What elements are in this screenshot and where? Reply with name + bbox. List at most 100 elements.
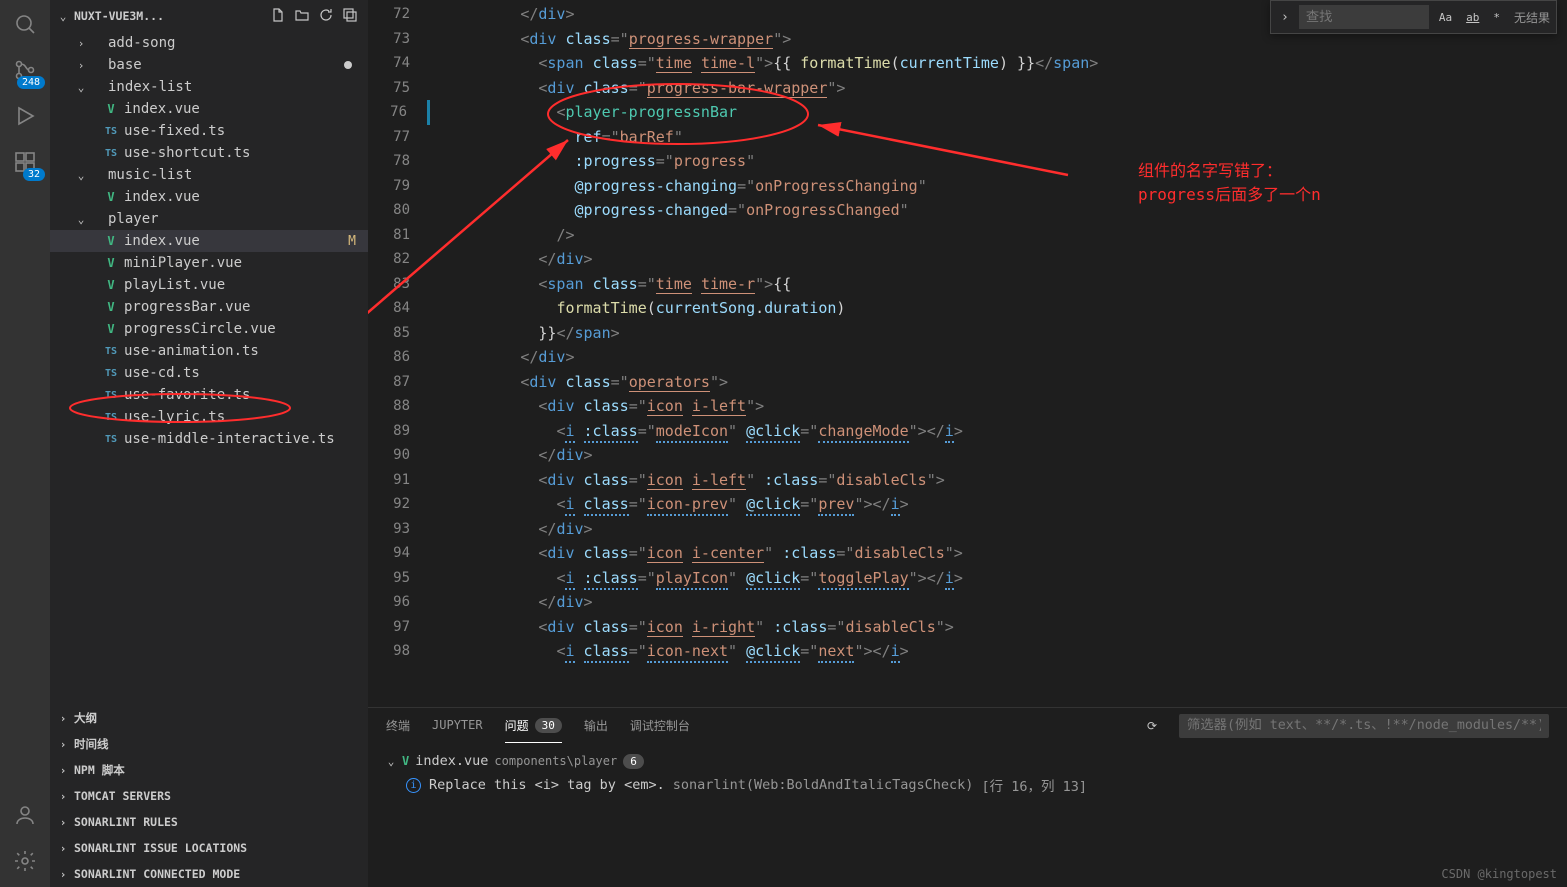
tree-label: player bbox=[108, 211, 159, 227]
problems-body[interactable]: ⌄ V index.vue components\player 6 i Repl… bbox=[368, 743, 1567, 887]
new-file-icon[interactable] bbox=[270, 7, 288, 25]
tree-label: use-lyric.ts bbox=[124, 409, 225, 425]
ts-icon: TS bbox=[102, 434, 120, 445]
search-icon[interactable] bbox=[11, 10, 39, 38]
editor-area: › Aa ab * 无结果 72737475767778798081828384… bbox=[368, 0, 1567, 887]
chevron-down-icon: ⌄ bbox=[386, 755, 396, 768]
ts-icon: TS bbox=[102, 148, 120, 159]
find-case-icon[interactable]: Aa bbox=[1435, 9, 1456, 26]
code-editor[interactable]: 7273747576777879808182838485868788899091… bbox=[368, 0, 1567, 707]
vue-icon: V bbox=[102, 256, 120, 270]
watermark: CSDN @kingtopest bbox=[1441, 867, 1557, 881]
vue-icon: V bbox=[102, 190, 120, 204]
chevron-right-icon: › bbox=[58, 790, 68, 803]
chevron-right-icon: › bbox=[58, 764, 68, 777]
panel-tab-终端[interactable]: 终端 bbox=[386, 708, 410, 743]
tree-item-music-list[interactable]: ⌄music-list bbox=[50, 164, 368, 186]
tree-label: use-shortcut.ts bbox=[124, 145, 250, 161]
ts-icon: TS bbox=[102, 390, 120, 401]
tree-item-add-song[interactable]: ›add-song bbox=[50, 32, 368, 54]
panel-tab-JUPYTER[interactable]: JUPYTER bbox=[432, 708, 483, 743]
panel-section[interactable]: ›NPM 脚本 bbox=[50, 757, 368, 783]
tree-label: use-cd.ts bbox=[124, 365, 200, 381]
file-tree[interactable]: ›add-song›base⌄index-listVindex.vueTSuse… bbox=[50, 32, 368, 705]
panel-section[interactable]: ›大纲 bbox=[50, 705, 368, 731]
tree-item-use-favorite-ts[interactable]: TSuse-favorite.ts bbox=[50, 384, 368, 406]
scm-badge: 248 bbox=[17, 76, 45, 89]
git-status: M bbox=[348, 234, 356, 249]
scm-icon[interactable]: 248 bbox=[11, 56, 39, 84]
ext-badge: 32 bbox=[23, 168, 45, 181]
tree-item-index-vue[interactable]: Vindex.vueM bbox=[50, 230, 368, 252]
chevron-right-icon: › bbox=[58, 842, 68, 855]
tree-item-use-middle-interactive-ts[interactable]: TSuse-middle-interactive.ts bbox=[50, 428, 368, 450]
panel-filter-input[interactable] bbox=[1179, 714, 1549, 738]
chevron-icon: › bbox=[76, 59, 86, 72]
activity-bar: 248 32 bbox=[0, 0, 50, 887]
problem-item[interactable]: i Replace this <i> tag by <em>. sonarlin… bbox=[386, 773, 1549, 797]
tree-item-playList-vue[interactable]: VplayList.vue bbox=[50, 274, 368, 296]
vue-icon: V bbox=[102, 300, 120, 314]
tree-item-use-animation-ts[interactable]: TS use-animation.ts bbox=[50, 340, 368, 362]
panel-section[interactable]: ›TOMCAT SERVERS bbox=[50, 783, 368, 809]
problem-message: Replace this <i> tag by <em>. bbox=[429, 777, 665, 793]
chevron-down-icon: ⌄ bbox=[58, 10, 68, 23]
tree-item-use-shortcut-ts[interactable]: TS use-shortcut.ts bbox=[50, 142, 368, 164]
tree-item-use-cd-ts[interactable]: TSuse-cd.ts bbox=[50, 362, 368, 384]
chevron-right-icon: › bbox=[58, 738, 68, 751]
vue-icon: V bbox=[102, 278, 120, 292]
run-icon[interactable] bbox=[11, 102, 39, 130]
chevron-icon: ⌄ bbox=[76, 213, 86, 226]
tree-item-base[interactable]: › base bbox=[50, 54, 368, 76]
panel-section[interactable]: ›SONARLINT RULES bbox=[50, 809, 368, 835]
find-widget[interactable]: › Aa ab * 无结果 bbox=[1270, 0, 1557, 34]
panel-section[interactable]: ›SONARLINT ISSUE LOCATIONS bbox=[50, 835, 368, 861]
info-icon: i bbox=[406, 778, 421, 793]
tree-item-index-list[interactable]: ⌄index-list bbox=[50, 76, 368, 98]
panel-section[interactable]: ›时间线 bbox=[50, 731, 368, 757]
chevron-right-icon: › bbox=[58, 816, 68, 829]
modified-dot bbox=[344, 61, 352, 69]
new-folder-icon[interactable] bbox=[294, 7, 312, 25]
chevron-icon: ⌄ bbox=[76, 81, 86, 94]
chevron-right-icon: › bbox=[58, 868, 68, 881]
chevron-right-icon: › bbox=[58, 712, 68, 725]
tree-label: miniPlayer.vue bbox=[124, 255, 242, 271]
tree-label: playList.vue bbox=[124, 277, 225, 293]
tree-item-use-fixed-ts[interactable]: TSuse-fixed.ts bbox=[50, 120, 368, 142]
chevron-icon: › bbox=[76, 37, 86, 50]
find-regex-icon[interactable]: * bbox=[1489, 9, 1504, 26]
tree-item-player[interactable]: ⌄ player bbox=[50, 208, 368, 230]
chevron-icon: ⌄ bbox=[76, 169, 86, 182]
problem-file-row[interactable]: ⌄ V index.vue components\player 6 bbox=[386, 749, 1549, 773]
account-icon[interactable] bbox=[11, 801, 39, 829]
panel-tab-问题[interactable]: 问题30 bbox=[505, 708, 562, 743]
tree-item-progressBar-vue[interactable]: VprogressBar.vue bbox=[50, 296, 368, 318]
find-expand-icon[interactable]: › bbox=[1277, 8, 1293, 27]
panel-section[interactable]: ›SONARLINT CONNECTED MODE bbox=[50, 861, 368, 887]
problem-file-path: components\player bbox=[494, 754, 617, 768]
vue-icon: V bbox=[402, 754, 409, 768]
ts-icon: TS bbox=[102, 412, 120, 423]
panel-refresh-icon[interactable]: ⟳ bbox=[1147, 719, 1157, 733]
tree-label: index.vue bbox=[124, 233, 200, 249]
find-word-icon[interactable]: ab bbox=[1462, 9, 1483, 26]
tree-item-index-vue[interactable]: Vindex.vue bbox=[50, 186, 368, 208]
tree-item-progressCircle-vue[interactable]: VprogressCircle.vue bbox=[50, 318, 368, 340]
panel-tab-输出[interactable]: 输出 bbox=[584, 708, 608, 743]
extensions-icon[interactable]: 32 bbox=[11, 148, 39, 176]
problem-file-count: 6 bbox=[623, 754, 644, 769]
tree-label: use-animation.ts bbox=[124, 343, 259, 359]
gear-icon[interactable] bbox=[11, 847, 39, 875]
sidebar-header[interactable]: ⌄ NUXT-VUE3M... bbox=[50, 0, 368, 32]
tree-item-use-lyric-ts[interactable]: TS use-lyric.ts bbox=[50, 406, 368, 428]
ts-icon: TS bbox=[102, 346, 120, 357]
refresh-icon[interactable] bbox=[318, 7, 336, 25]
tree-item-index-vue[interactable]: Vindex.vue bbox=[50, 98, 368, 120]
panel-tab-调试控制台[interactable]: 调试控制台 bbox=[630, 708, 690, 743]
code-body[interactable]: </div> <div class="progress-wrapper"> <s… bbox=[430, 0, 1567, 707]
tree-label: base bbox=[108, 57, 142, 73]
tree-item-miniPlayer-vue[interactable]: VminiPlayer.vue bbox=[50, 252, 368, 274]
collapse-icon[interactable] bbox=[342, 7, 360, 25]
find-input[interactable] bbox=[1299, 5, 1429, 29]
